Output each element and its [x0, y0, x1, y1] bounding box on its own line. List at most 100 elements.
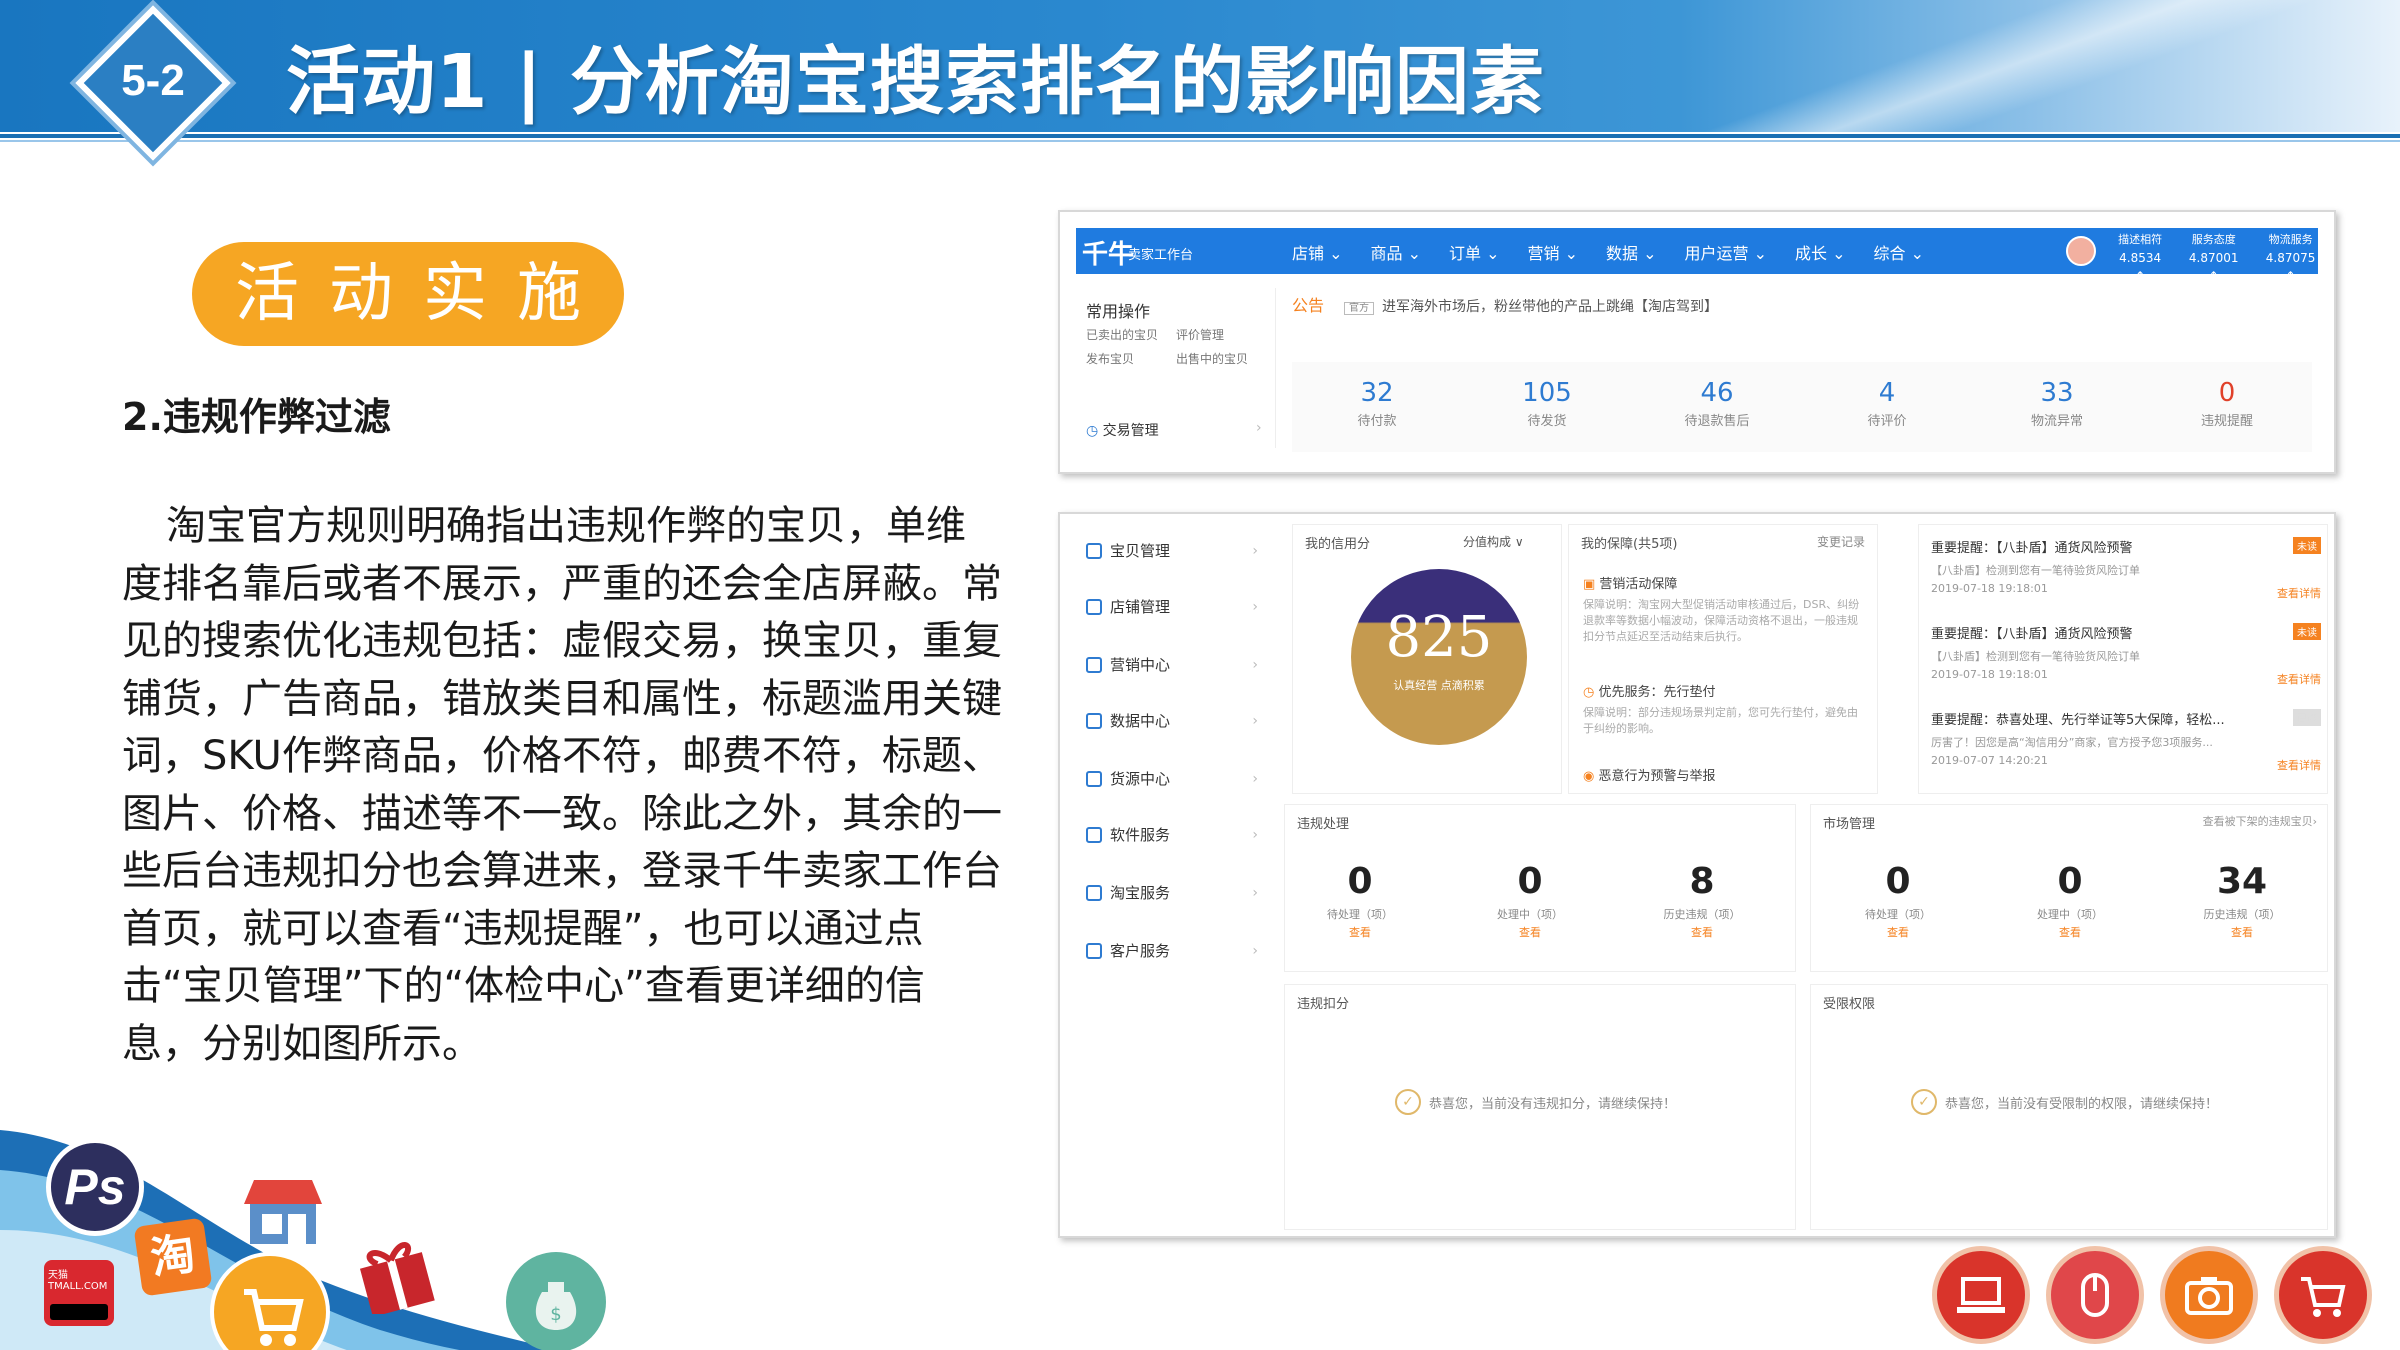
violation-pending[interactable]: 0 待处理（项） 查看 — [1305, 861, 1415, 940]
sidebar-item-goods[interactable]: 宝贝管理 › — [1086, 540, 1266, 561]
qianniu-menu: 店铺 ⌄ 商品 ⌄ 订单 ⌄ 营销 ⌄ 数据 ⌄ 用户运营 ⌄ 成长 ⌄ 综合 … — [1292, 240, 1924, 264]
reminder-item[interactable]: 重要提醒：【八卦盾】通货风险预警 【八卦盾】检测到您有一笔待验货风险订单 2019-… — [1931, 623, 2321, 686]
deduction-ok: ✓ 恭喜您，当前没有违规扣分，请继续保持！ — [1395, 1089, 1676, 1115]
credit-label: 认真经营 点滴积累 — [1393, 679, 1485, 692]
gift-icon — [359, 1242, 435, 1314]
deduction-title: 违规扣分 — [1297, 997, 1350, 1012]
common-operations: 常用操作 已卖出的宝贝 评价管理 发布宝贝 出售中的宝贝 ◷ 交易管理 › — [1076, 288, 1276, 448]
sidebar-item-marketing[interactable]: 营销中心 › — [1086, 654, 1266, 675]
shield-icon: ▣ — [1583, 577, 1600, 592]
body-paragraph: 淘宝官方规则明确指出违规作弊的宝贝，单维度排名靠后或者不展示，严重的还会全店屏蔽… — [122, 503, 1002, 1067]
menu-goods[interactable]: 商品 ⌄ — [1371, 240, 1422, 264]
sidebar-item-customer[interactable]: 客户服务 › — [1086, 940, 1266, 961]
mouse-icon — [2081, 1273, 2109, 1317]
stat-review[interactable]: 4 待评价 — [1802, 362, 1972, 452]
violation-processing[interactable]: 0 处理中（项） 查看 — [1475, 861, 1585, 940]
clock-icon: ◷ — [1583, 685, 1599, 700]
header-highlight — [1560, 0, 2400, 132]
qianniu-logo: 千牛 — [1082, 240, 1135, 270]
section-subhead: 2.违规作弊过滤 — [122, 395, 391, 439]
view-detail-link[interactable]: 查看详情 — [2277, 585, 2321, 601]
cart-button[interactable] — [2274, 1246, 2372, 1344]
unread-badge: 未读 — [2293, 537, 2321, 554]
credit-gauge: 825 认真经营 点滴积累 — [1351, 569, 1527, 745]
menu-data[interactable]: 数据 ⌄ — [1606, 240, 1657, 264]
restriction-ok: ✓ 恭喜您，当前没有受限制的权限，请继续保持！ — [1911, 1089, 2218, 1115]
stat-pending-pay[interactable]: 32 待付款 — [1292, 362, 1462, 452]
menu-user-ops[interactable]: 用户运营 ⌄ — [1685, 240, 1768, 264]
header-rule-light — [0, 140, 2400, 142]
change-record-link[interactable]: 变更记录 — [1817, 533, 1865, 550]
ops-title: 常用操作 — [1086, 302, 1151, 321]
ops-link-reviews[interactable]: 评价管理 — [1176, 326, 1224, 343]
ops-link-publish[interactable]: 发布宝贝 — [1086, 350, 1134, 367]
section-badge: 5-2 — [75, 5, 231, 161]
menu-growth[interactable]: 成长 ⌄ — [1795, 240, 1846, 264]
camera-icon — [2185, 1277, 2233, 1315]
market-title: 市场管理 — [1823, 817, 1876, 832]
stat-logistics[interactable]: 33 物流异常 — [1972, 362, 2142, 452]
ops-link-onsale[interactable]: 出售中的宝贝 — [1176, 350, 1248, 367]
view-detail-link[interactable]: 查看详情 — [2277, 757, 2321, 773]
ops-link-sold[interactable]: 已卖出的宝贝 — [1086, 326, 1158, 343]
order-stats: 32 待付款 105 待发货 46 待退款售后 4 待评价 33 物流异常 0 违规提醒 — [1292, 362, 2312, 452]
sidebar-item-taobao-service[interactable]: 淘宝服务 › — [1086, 882, 1266, 903]
reminder-item[interactable]: 重要提醒：恭喜处理、先行举证等5大保障，轻松... 厉害了！因您是高“淘信用分”商… — [1931, 709, 2321, 772]
reminder-list: 重要提醒：【八卦盾】通货风险预警 【八卦盾】检测到您有一笔待验货风险订单 2019-… — [1918, 524, 2328, 794]
deduction-card: 违规扣分 ✓ 恭喜您，当前没有违规扣分，请继续保持！ — [1284, 984, 1796, 1230]
ps-icon: Ps — [46, 1138, 144, 1236]
sidebar-item-software[interactable]: 软件服务 › — [1086, 824, 1266, 845]
credit-score: 825 — [1385, 605, 1493, 670]
check-icon: ✓ — [1911, 1089, 1937, 1115]
activity-pill: 活动实施 — [192, 242, 624, 346]
sidebar-item-data[interactable]: 数据中心 › — [1086, 710, 1266, 731]
menu-shop[interactable]: 店铺 ⌄ — [1292, 240, 1343, 264]
mouse-button[interactable] — [2046, 1246, 2144, 1344]
guarantee-desc-advance: 保障说明：部分违规场景判定前，您可先行垫付，避免由于纠纷的影响。 — [1583, 706, 1858, 735]
reminder-item[interactable]: 重要提醒：【八卦盾】通货风险预警 【八卦盾】检测到您有一笔待验货风险订单 2019-… — [1931, 537, 2321, 600]
laptop-button[interactable] — [1932, 1246, 2030, 1344]
market-history[interactable]: 34 历史违规（项） 查看 — [2187, 861, 2297, 940]
market-processing[interactable]: 0 处理中（项） 查看 — [2015, 861, 2125, 940]
goods-icon — [1086, 542, 1102, 559]
chart-icon — [1086, 712, 1102, 729]
stat-violation[interactable]: 0 违规提醒 — [2142, 362, 2312, 452]
announcement-text: 进军海外市场后，粉丝带他的产品上跳绳【淘店驾到】 — [1382, 299, 1719, 315]
credit-breakdown-dropdown[interactable]: 分值构成 ∨ — [1463, 533, 1524, 550]
violation-card: 违规处理 0 待处理（项） 查看 0 处理中（项） 查看 8 历史违规（项） 查看 — [1284, 804, 1796, 972]
market-link[interactable]: 查看被下架的违规宝贝› — [2203, 813, 2317, 829]
announcement-tag: 公告 — [1292, 296, 1325, 315]
stat-refund[interactable]: 46 待退款售后 — [1632, 362, 1802, 452]
credit-score-card: 我的信用分 分值构成 ∨ 825 认真经营 点滴积累 — [1292, 524, 1562, 794]
money-bag-icon: $ — [506, 1252, 606, 1350]
unread-badge: 未读 — [2293, 623, 2321, 640]
market-pending[interactable]: 0 待处理（项） 查看 — [1843, 861, 1953, 940]
camera-button[interactable] — [2160, 1246, 2258, 1344]
guarantee-item-malicious[interactable]: ◉ 恶意行为预警与举报 — [1583, 765, 1716, 784]
sidebar-item-sourcing[interactable]: 货源中心 › — [1086, 768, 1266, 789]
box-icon — [1086, 770, 1102, 787]
credit-title: 我的信用分 — [1305, 537, 1371, 552]
menu-marketing[interactable]: 营销 ⌄ — [1528, 240, 1579, 264]
qianniu-logo-sub: 卖家工作台 — [1128, 248, 1194, 263]
announcement[interactable]: 公告 官方 进军海外市场后，粉丝带他的产品上跳绳【淘店驾到】 — [1292, 292, 2312, 328]
sidebar-menu: 宝贝管理 › 店铺管理 › 营销中心 › 数据中心 › 货源中心 › 软件服务 › 淘宝服务… — [1072, 524, 1272, 984]
menu-general[interactable]: 综合 ⌄ — [1874, 240, 1925, 264]
badge-number: 5-2 — [121, 56, 185, 105]
sidebar-item-shop[interactable]: 店铺管理 › — [1086, 596, 1266, 617]
megaphone-icon — [1086, 656, 1102, 673]
stat-pending-ship[interactable]: 105 待发货 — [1462, 362, 1632, 452]
clock-icon: ◷ — [1086, 423, 1103, 439]
ops-trade-management[interactable]: ◷ 交易管理 › — [1086, 420, 1262, 440]
taobao-icon: 淘 — [133, 1217, 213, 1297]
avatar[interactable] — [2066, 236, 2096, 266]
market-card: 市场管理 查看被下架的违规宝贝› 0 待处理（项） 查看 0 处理中（项） 查看 34 历… — [1810, 804, 2328, 972]
dsr-desc: 描述相符 4.8534 ↑ — [2118, 233, 2163, 283]
shop-icon — [244, 1180, 322, 1244]
menu-orders[interactable]: 订单 ⌄ — [1449, 240, 1500, 264]
qianniu-dashboard-screenshot: 千牛 卖家工作台 店铺 ⌄ 商品 ⌄ 订单 ⌄ 营销 ⌄ 数据 ⌄ 用户运营 ⌄… — [1058, 210, 2336, 474]
guarantee-item-marketing[interactable]: ▣ 营销活动保障 — [1583, 573, 1677, 592]
guarantee-item-advance[interactable]: ◷ 优先服务：先行垫付 — [1583, 681, 1716, 700]
view-detail-link[interactable]: 查看详情 — [2277, 671, 2321, 687]
violation-history[interactable]: 8 历史违规（项） 查看 — [1647, 861, 1757, 940]
